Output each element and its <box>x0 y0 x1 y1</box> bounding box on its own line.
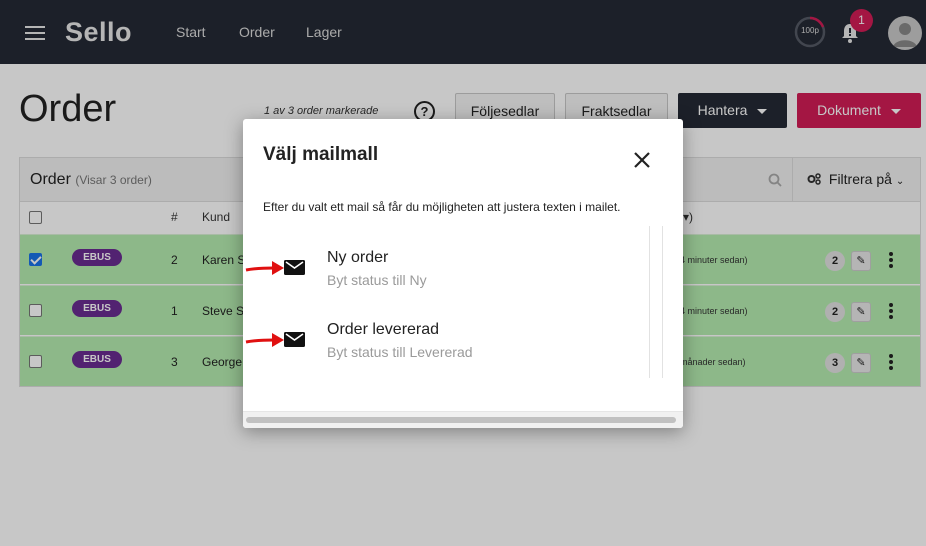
template-subtitle: Byt status till Ny <box>327 272 427 288</box>
mail-template-dialog: Välj mailmall Efter du valt ett mail så … <box>243 119 683 428</box>
mail-icon <box>284 332 305 347</box>
annotation-arrow-icon <box>245 333 284 347</box>
dialog-description: Efter du valt ett mail så får du möjligh… <box>263 200 621 214</box>
mail-icon <box>284 260 305 275</box>
template-subtitle: Byt status till Levererad <box>327 344 473 360</box>
template-item-order-levererad[interactable]: Order levererad Byt status till Leverera… <box>243 320 648 378</box>
annotation-arrow-icon <box>245 261 284 275</box>
modal-backdrop-top <box>0 0 926 64</box>
template-item-ny-order[interactable]: Ny order Byt status till Ny <box>243 248 648 306</box>
horizontal-scrollbar[interactable] <box>243 411 683 428</box>
template-title: Order levererad <box>327 321 440 338</box>
scrollbar-thumb[interactable] <box>246 417 676 423</box>
template-list: Ny order Byt status till Ny Order levere… <box>243 226 663 378</box>
dialog-title: Välj mailmall <box>263 144 379 165</box>
close-icon[interactable] <box>632 150 652 170</box>
vertical-scrollbar[interactable] <box>649 226 662 378</box>
template-title: Ny order <box>327 249 389 266</box>
